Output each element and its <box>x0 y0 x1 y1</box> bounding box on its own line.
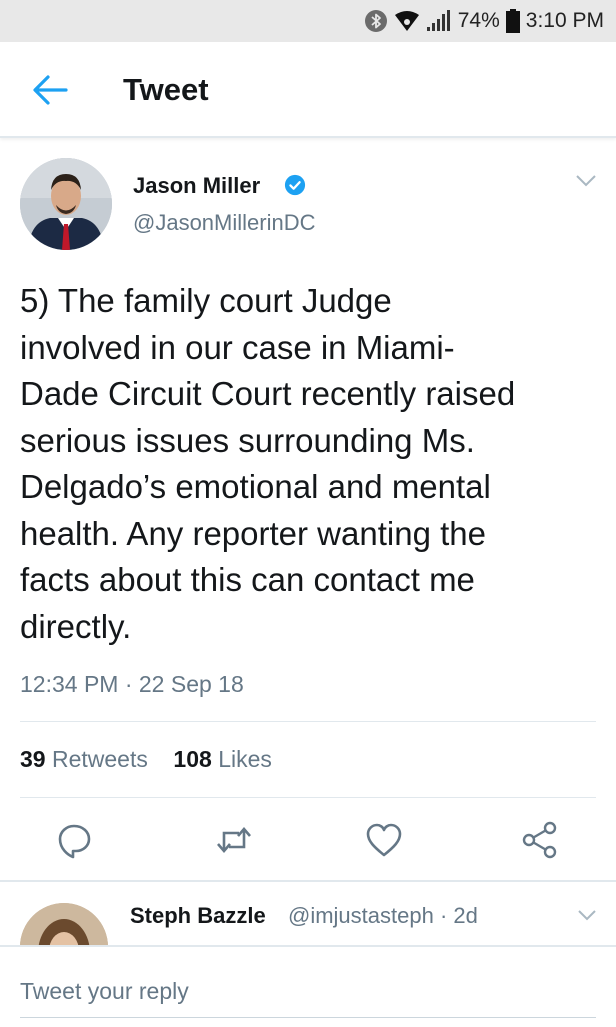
retweets-stat[interactable]: 39 Retweets <box>20 746 148 772</box>
tweet-timestamp: 12:34 PM · 22 Sep 18 <box>20 671 244 697</box>
tweet-text-line: facts about this can contact me <box>20 561 475 598</box>
battery-percent: 74% <box>457 9 500 32</box>
app-bar: Tweet <box>0 42 616 138</box>
author-handle[interactable]: @JasonMillerinDC <box>133 210 316 236</box>
tweet-text-line: Delgado’s emotional and mental <box>20 468 491 505</box>
status-bar: 74% 3:10 PM <box>0 0 616 42</box>
author-avatar[interactable] <box>20 158 112 250</box>
tweet-text-line: serious issues surrounding Ms. <box>20 421 475 459</box>
author-name[interactable]: Jason Miller <box>133 173 260 199</box>
retweets-count: 39 <box>20 746 46 772</box>
reply-menu-button[interactable] <box>577 908 597 921</box>
reply-button[interactable] <box>54 820 94 860</box>
section-divider <box>0 880 616 882</box>
reply-icon <box>58 824 91 859</box>
reply-author-handle[interactable]: @imjustasteph · 2d <box>288 903 478 929</box>
like-button[interactable] <box>364 820 404 860</box>
likes-label: Likes <box>218 746 272 772</box>
arrow-left-icon <box>33 75 68 105</box>
tweet-text-line: health. Any reporter wanting the <box>20 514 486 552</box>
chevron-down-icon <box>578 910 596 921</box>
share-button[interactable] <box>520 820 560 860</box>
back-button[interactable] <box>32 74 68 106</box>
wifi-icon <box>394 10 420 32</box>
reply-composer <box>0 945 616 1027</box>
retweets-label: Retweets <box>51 746 148 772</box>
reply-author-name[interactable]: Steph Bazzle <box>130 903 266 929</box>
tweet-menu-button[interactable] <box>575 174 597 188</box>
status-bar-right: 74% 3:10 PM <box>364 6 604 36</box>
likes-count: 108 <box>173 746 212 772</box>
retweet-button[interactable] <box>214 820 254 860</box>
divider <box>20 721 596 722</box>
status-time: 3:10 PM <box>525 9 604 32</box>
retweet-icon <box>217 827 251 853</box>
signal-icon <box>426 9 452 33</box>
verified-badge-icon <box>284 174 306 196</box>
reply-input[interactable] <box>20 969 596 1013</box>
tweet-text-line: Dade Circuit Court recently raised <box>20 375 516 412</box>
tweet-text-line: involved in our case in Miami- <box>20 328 455 366</box>
tweet-text: 5) The family court Judge involved in ou… <box>20 278 605 650</box>
like-icon <box>366 823 402 857</box>
tweet-stats: 39 Retweets 108 Likes <box>20 746 272 773</box>
chevron-down-icon <box>576 175 596 187</box>
likes-stat[interactable]: 108 Likes <box>173 746 271 772</box>
page-title: Tweet <box>123 72 209 107</box>
bluetooth-icon <box>364 9 388 33</box>
tweet-text-line: directly. <box>20 607 132 645</box>
divider <box>20 797 596 798</box>
share-icon <box>522 821 557 859</box>
reply-input-underline <box>20 1017 596 1018</box>
battery-icon <box>505 9 520 33</box>
tweet-text-line: 5) The family court Judge <box>20 282 392 319</box>
